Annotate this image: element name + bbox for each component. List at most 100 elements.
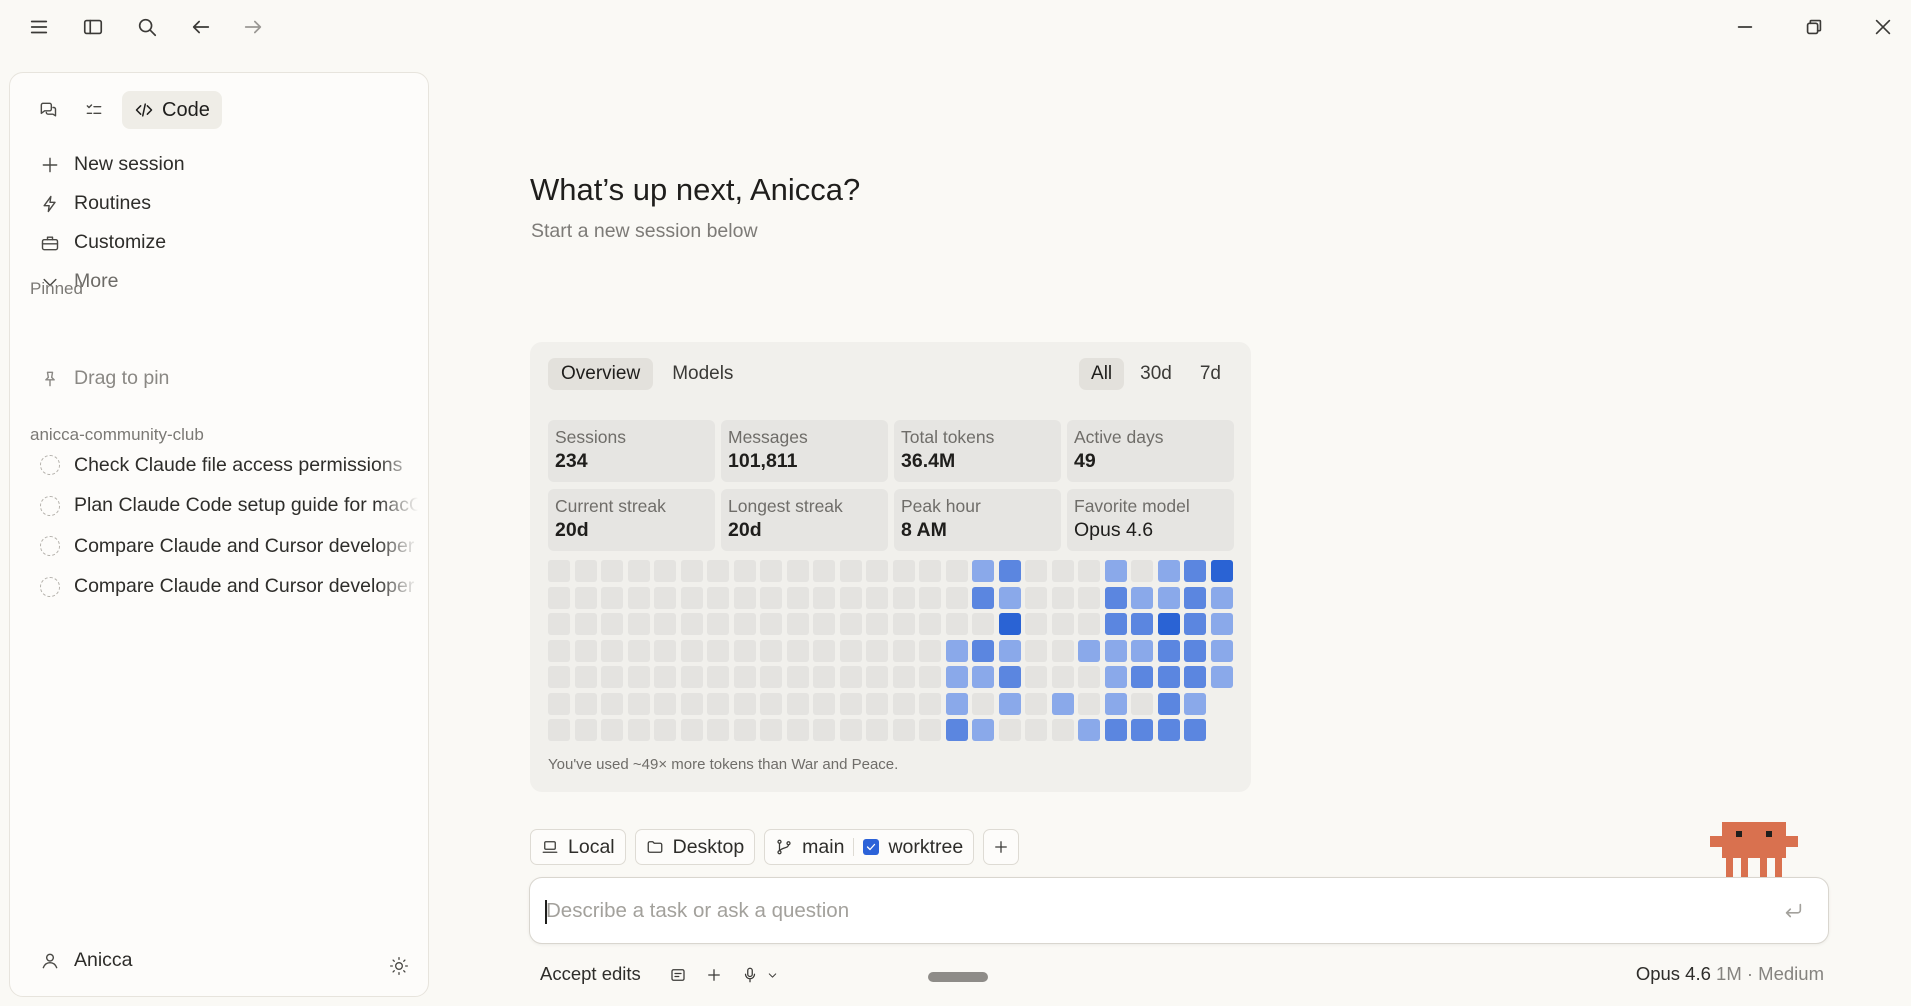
tasks-mode-icon[interactable] xyxy=(76,92,112,128)
forward-icon[interactable] xyxy=(238,12,268,42)
activity-cell xyxy=(813,613,835,635)
activity-cell xyxy=(786,560,809,582)
sidebar-nav: New session Routines Customize More xyxy=(30,145,410,301)
activity-cell xyxy=(1078,586,1100,609)
activity-cell xyxy=(1131,719,1153,741)
activity-cell xyxy=(839,719,862,741)
activity-cell xyxy=(972,586,994,609)
activity-cell xyxy=(839,692,862,715)
user-account-button[interactable]: Anicca xyxy=(40,949,133,972)
activity-cell xyxy=(707,586,729,609)
session-item[interactable]: Plan Claude Code setup guide for macOS xyxy=(30,486,420,527)
activity-cell xyxy=(972,613,994,635)
session-item[interactable]: Check Claude file access permissions xyxy=(30,445,420,486)
session-item[interactable]: Compare Claude and Cursor developer work… xyxy=(30,567,420,608)
activity-cell xyxy=(1184,692,1206,715)
chevron-down-icon[interactable] xyxy=(760,963,784,987)
close-icon[interactable] xyxy=(1868,12,1898,42)
branch-chip[interactable]: main worktree xyxy=(764,829,975,865)
model-selector[interactable]: Opus 4.6 1M · Medium xyxy=(1636,963,1824,985)
activity-cell xyxy=(1051,666,1074,688)
environment-chip[interactable]: Local xyxy=(530,829,626,865)
activity-cell xyxy=(574,560,597,582)
routines-button[interactable]: Routines xyxy=(30,184,410,223)
activity-cell xyxy=(919,692,941,715)
activity-cell xyxy=(548,692,570,715)
activity-cell xyxy=(1157,639,1180,662)
code-mode-button[interactable]: Code xyxy=(122,91,222,129)
minimize-icon[interactable] xyxy=(1730,12,1760,42)
activity-cell xyxy=(839,666,862,688)
search-icon[interactable] xyxy=(132,12,162,42)
page-title: What’s up next, Anicca? xyxy=(530,172,861,207)
activity-cell xyxy=(998,692,1021,715)
microphone-icon[interactable] xyxy=(738,963,762,987)
restore-icon[interactable] xyxy=(1799,12,1829,42)
activity-cell xyxy=(1210,639,1233,662)
activity-cell xyxy=(601,560,623,582)
sidebar-toggle-icon[interactable] xyxy=(78,12,108,42)
resize-handle[interactable] xyxy=(928,972,988,982)
branch-label: main xyxy=(802,835,845,858)
activity-cell xyxy=(548,560,570,582)
activity-cell xyxy=(786,719,809,741)
activity-cell xyxy=(760,560,782,582)
activity-cell xyxy=(892,692,915,715)
plus-icon xyxy=(995,841,1008,853)
activity-cell xyxy=(601,719,623,741)
customize-button[interactable]: Customize xyxy=(30,223,410,262)
new-session-button[interactable]: New session xyxy=(30,145,410,184)
tab-models[interactable]: Models xyxy=(659,358,746,390)
model-name: Opus 4.6 xyxy=(1635,963,1711,984)
activity-cell xyxy=(839,586,862,609)
session-item[interactable]: Compare Claude and Cursor developer tool… xyxy=(30,526,420,567)
activity-cell xyxy=(1051,613,1074,635)
menu-icon[interactable] xyxy=(24,12,54,42)
range-30d[interactable]: 30d xyxy=(1128,358,1184,390)
accept-edits-button[interactable]: Accept edits xyxy=(540,963,641,985)
drag-to-pin-label: Drag to pin xyxy=(74,367,170,389)
back-icon[interactable] xyxy=(186,12,216,42)
attach-plus-icon[interactable] xyxy=(702,963,726,987)
plan-mode-icon[interactable] xyxy=(666,963,690,987)
folder-chip[interactable]: Desktop xyxy=(634,829,756,865)
stat-value: 8 AM xyxy=(901,519,947,541)
activity-cell xyxy=(707,692,729,715)
stat-label: Sessions xyxy=(555,427,627,447)
activity-cell xyxy=(654,586,676,609)
activity-cell xyxy=(627,639,650,662)
activity-cell xyxy=(972,639,994,662)
activity-cell xyxy=(707,613,729,635)
activity-cell xyxy=(627,613,650,635)
range-all[interactable]: All xyxy=(1079,358,1125,390)
activity-cell xyxy=(839,560,862,582)
activity-cell xyxy=(654,719,676,741)
add-context-button[interactable] xyxy=(983,829,1020,865)
chat-mode-icon[interactable] xyxy=(30,92,66,128)
activity-cell xyxy=(1051,560,1074,582)
prompt-input[interactable] xyxy=(546,892,1766,930)
stat-label: Current streak xyxy=(555,496,666,516)
more-button[interactable]: More xyxy=(30,262,410,301)
activity-cell xyxy=(1157,613,1180,635)
activity-cell xyxy=(1025,719,1047,741)
project-heading: anicca-community-club xyxy=(30,425,204,444)
context-chips: Local Desktop main worktree xyxy=(530,829,1020,865)
activity-cell xyxy=(627,586,650,609)
activity-cell xyxy=(1078,719,1100,741)
activity-cell xyxy=(866,613,888,635)
briefcase-icon xyxy=(41,235,59,250)
worktree-checkbox[interactable] xyxy=(863,839,880,855)
submit-icon[interactable] xyxy=(1782,900,1806,924)
theme-toggle-icon[interactable] xyxy=(386,953,412,979)
activity-cell xyxy=(972,719,994,741)
activity-cell xyxy=(1025,586,1047,609)
activity-cell xyxy=(813,639,835,662)
tab-overview[interactable]: Overview xyxy=(548,358,654,390)
activity-cell xyxy=(654,560,676,582)
activity-cell xyxy=(892,586,915,609)
session-title: Plan Claude Code setup guide for macOS xyxy=(74,494,418,517)
range-7d[interactable]: 7d xyxy=(1188,358,1233,390)
activity-cell xyxy=(1210,560,1233,582)
session-list: Check Claude file access permissions Pla… xyxy=(30,445,420,607)
